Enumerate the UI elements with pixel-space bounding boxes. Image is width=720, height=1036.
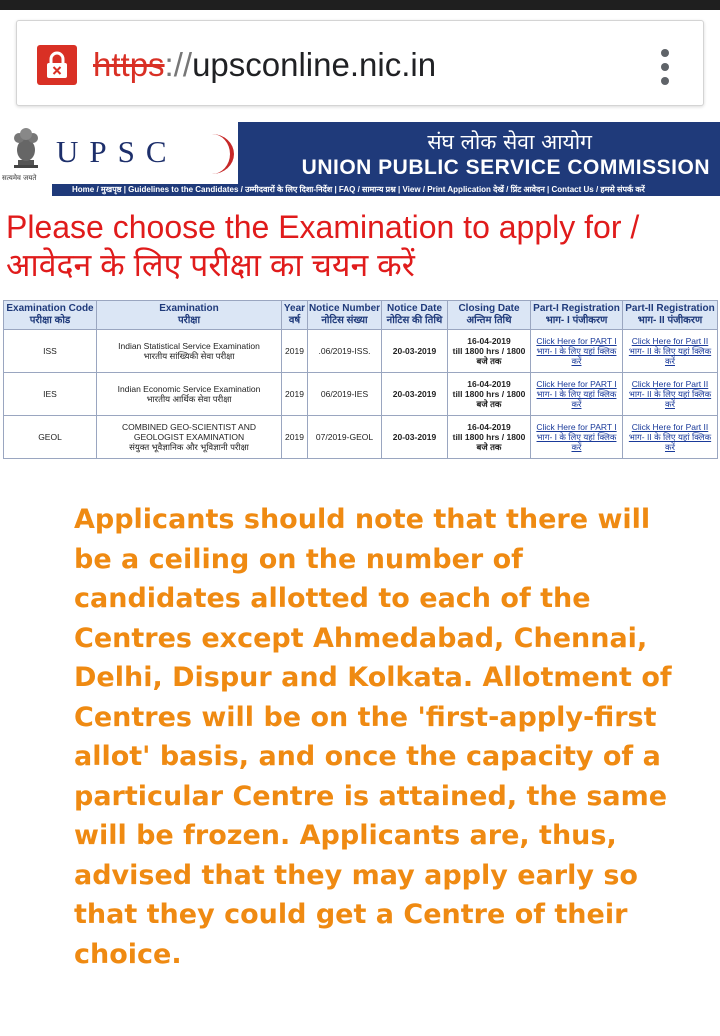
exam-code: GEOL bbox=[3, 415, 97, 459]
emblem: सत्यमेव जयते bbox=[0, 122, 52, 188]
column-header: Part-I Registration भाग- I पंजीकरण bbox=[530, 300, 623, 330]
notice-number: .06/2019-ISS. bbox=[307, 329, 382, 373]
part2-link[interactable]: Click Here for Part II भाग- II के लिए यहा… bbox=[622, 329, 718, 373]
ashoka-emblem-icon bbox=[14, 128, 38, 168]
hindi-name: संघ लोक सेवा आयोग bbox=[427, 130, 592, 154]
table-row: IES Indian Economic Service Examination भ… bbox=[3, 372, 718, 416]
exam-year: 2019 bbox=[281, 415, 308, 459]
part1-link[interactable]: Click Here for PART I भाग- I के लिए यहां … bbox=[530, 415, 623, 459]
closing-date: 16-04-2019 till 1800 hrs / 1800 बजे तक bbox=[447, 415, 531, 459]
centre-ceiling-notice: Applicants should note that there will b… bbox=[74, 504, 672, 970]
upsc-logo[interactable]: UPSC bbox=[52, 122, 238, 182]
overflow-menu-icon[interactable] bbox=[653, 45, 677, 89]
header-band: संघ लोक सेवा आयोग UNION PUBLIC SERVICE C… bbox=[238, 122, 720, 184]
column-header: Part-II Registration भाग- II पंजीकरण bbox=[622, 300, 718, 330]
part1-link[interactable]: Click Here for PART I भाग- I के लिए यहां … bbox=[530, 329, 623, 373]
status-bar bbox=[0, 0, 720, 10]
notice-date: 20-03-2019 bbox=[381, 415, 448, 459]
exam-name: COMBINED GEO-SCIENTIST AND GEOLOGIST EXA… bbox=[96, 415, 282, 459]
closing-date: 16-04-2019 till 1800 hrs / 1800 बजे तक bbox=[447, 372, 531, 416]
part1-link[interactable]: Click Here for PART I भाग- I के लिए यहां … bbox=[530, 372, 623, 416]
url-host: upsconline.nic.in bbox=[192, 46, 437, 83]
english-name: UNION PUBLIC SERVICE COMMISSION bbox=[301, 156, 710, 179]
closing-date: 16-04-2019 till 1800 hrs / 1800 बजे तक bbox=[447, 329, 531, 373]
column-header: Examination परीक्षा bbox=[96, 300, 282, 330]
part2-link[interactable]: Click Here for Part II भाग- II के लिए यहा… bbox=[622, 415, 718, 459]
table-row: ISS Indian Statistical Service Examinati… bbox=[3, 329, 718, 373]
logo-letters: UPSC bbox=[56, 134, 178, 169]
column-header: Notice Date नोटिस की तिथि bbox=[381, 300, 448, 330]
exam-table: Examination Code परीक्षा कोड Examination प… bbox=[3, 300, 718, 459]
column-header: Year वर्ष bbox=[281, 300, 308, 330]
column-header: Closing Date अन्तिम तिथि bbox=[447, 300, 531, 330]
exam-year: 2019 bbox=[281, 372, 308, 416]
page-title-english: Please choose the Examination to apply f… bbox=[6, 209, 640, 245]
part2-link[interactable]: Click Here for Part II भाग- II के लिए यहा… bbox=[622, 372, 718, 416]
logo-arc bbox=[190, 134, 234, 174]
column-header: Examination Code परीक्षा कोड bbox=[3, 300, 97, 330]
page-title: Please choose the Examination to apply f… bbox=[6, 208, 720, 284]
exam-name: Indian Statistical Service Examination भा… bbox=[96, 329, 282, 373]
exam-code: ISS bbox=[3, 329, 97, 373]
nav-strip[interactable]: Home / मुखपृष्ठ | Guidelines to the Cand… bbox=[52, 184, 720, 196]
table-header-row: Examination Code परीक्षा कोड Examination प… bbox=[3, 300, 718, 330]
address-bar[interactable]: https://upsconline.nic.in bbox=[16, 20, 704, 106]
url-text[interactable]: https://upsconline.nic.in bbox=[93, 45, 436, 85]
url-protocol: https bbox=[93, 46, 165, 83]
exam-year: 2019 bbox=[281, 329, 308, 373]
notice-date: 20-03-2019 bbox=[381, 372, 448, 416]
column-header: Notice Number नोटिस संख्या bbox=[307, 300, 382, 330]
nav-links[interactable]: Home / मुखपृष्ठ | Guidelines to the Cand… bbox=[52, 184, 720, 196]
notice-number: 06/2019-IES bbox=[307, 372, 382, 416]
notice-number: 07/2019-GEOL bbox=[307, 415, 382, 459]
upsc-header: सत्यमेव जयते UPSC संघ लोक सेवा आयोग UNIO… bbox=[0, 122, 720, 196]
url-separator: :// bbox=[164, 46, 193, 83]
exam-name: Indian Economic Service Examination भारती… bbox=[96, 372, 282, 416]
emblem-caption: सत्यमेव जयते bbox=[2, 174, 37, 182]
page-title-hindi: आवेदन के लिए परीक्षा का चयन करें bbox=[6, 247, 415, 283]
insecure-lock-icon[interactable] bbox=[37, 45, 77, 85]
table-row: GEOL COMBINED GEO-SCIENTIST AND GEOLOGIS… bbox=[3, 415, 718, 459]
exam-code: IES bbox=[3, 372, 97, 416]
notice-date: 20-03-2019 bbox=[381, 329, 448, 373]
